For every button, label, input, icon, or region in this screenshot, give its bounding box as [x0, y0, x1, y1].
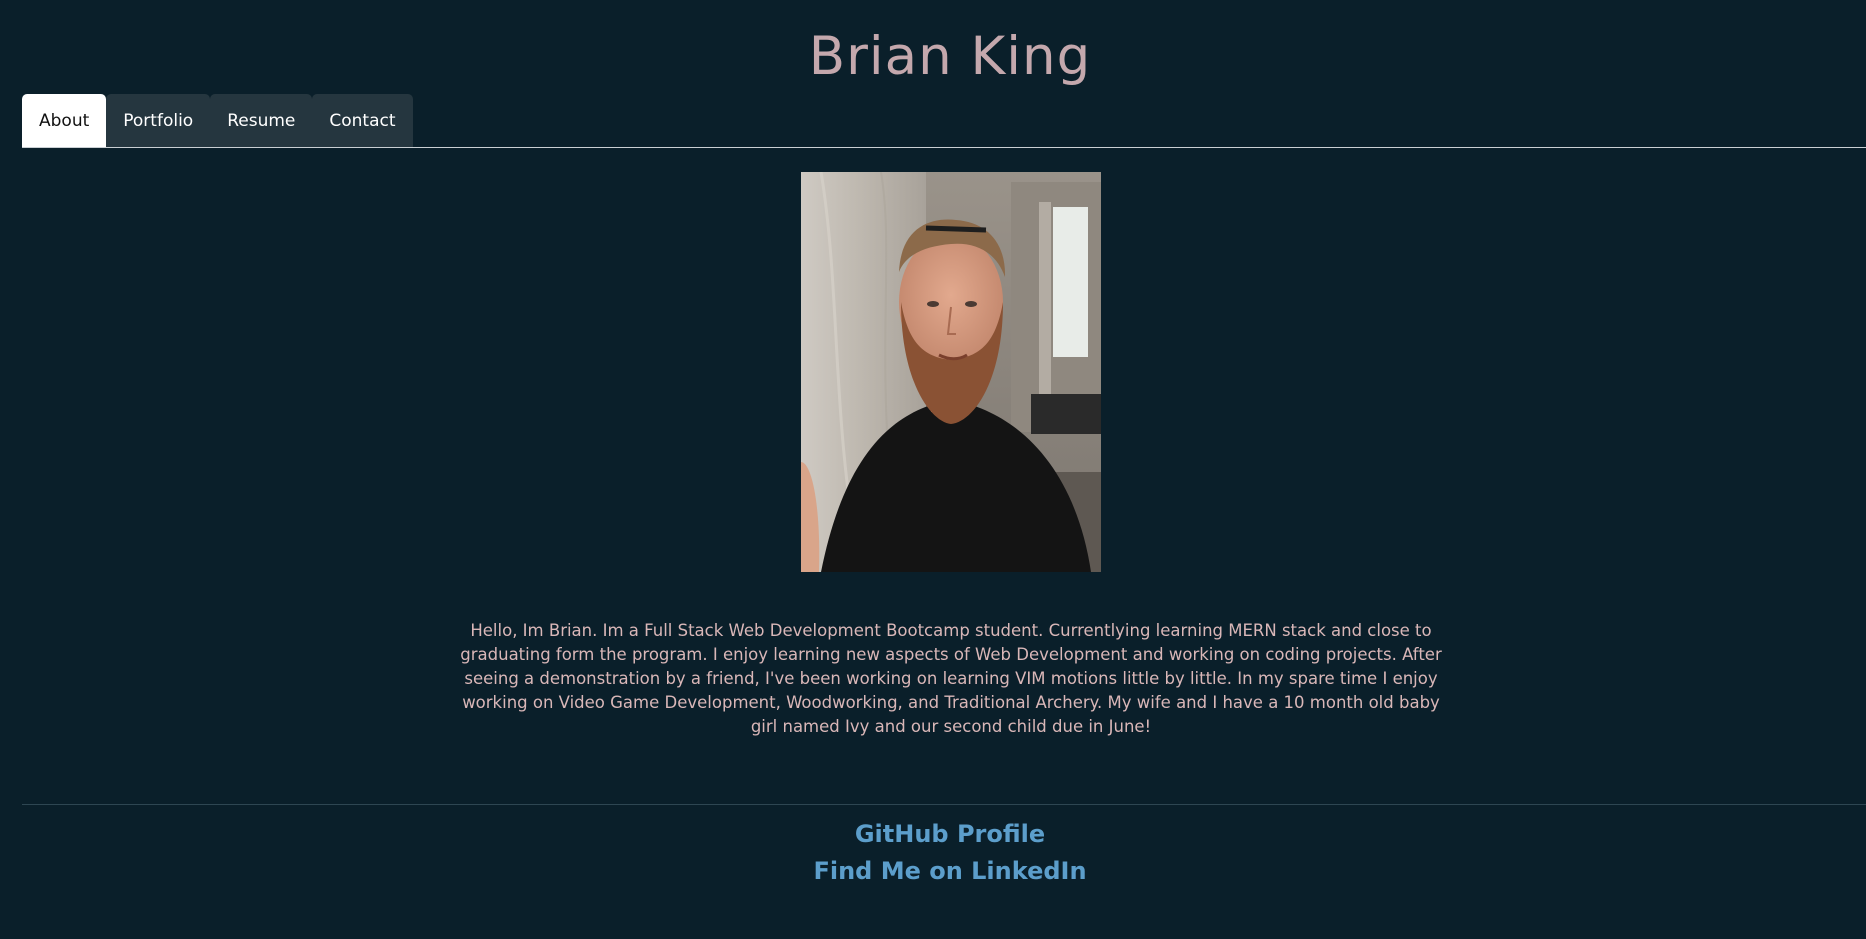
tab-about[interactable]: About — [22, 94, 107, 147]
site-title: Brian King — [808, 26, 1092, 87]
github-profile-link[interactable]: GitHub Profile — [0, 816, 1866, 853]
footer-links: GitHub Profile Find Me on LinkedIn — [0, 816, 1866, 890]
tab-portfolio[interactable]: Portfolio — [106, 94, 211, 147]
tab-divider — [22, 147, 1866, 148]
nav-tabs: About Portfolio Resume Contact — [22, 94, 413, 147]
tab-resume[interactable]: Resume — [210, 94, 313, 147]
tab-contact[interactable]: Contact — [312, 94, 413, 147]
linkedin-link[interactable]: Find Me on LinkedIn — [0, 853, 1866, 890]
bio-text: Hello, Im Brian. Im a Full Stack Web Dev… — [460, 621, 1442, 736]
page: Brian King About Portfolio Resume Contac… — [0, 0, 1866, 939]
footer-divider — [22, 804, 1866, 805]
profile-photo — [801, 172, 1101, 572]
